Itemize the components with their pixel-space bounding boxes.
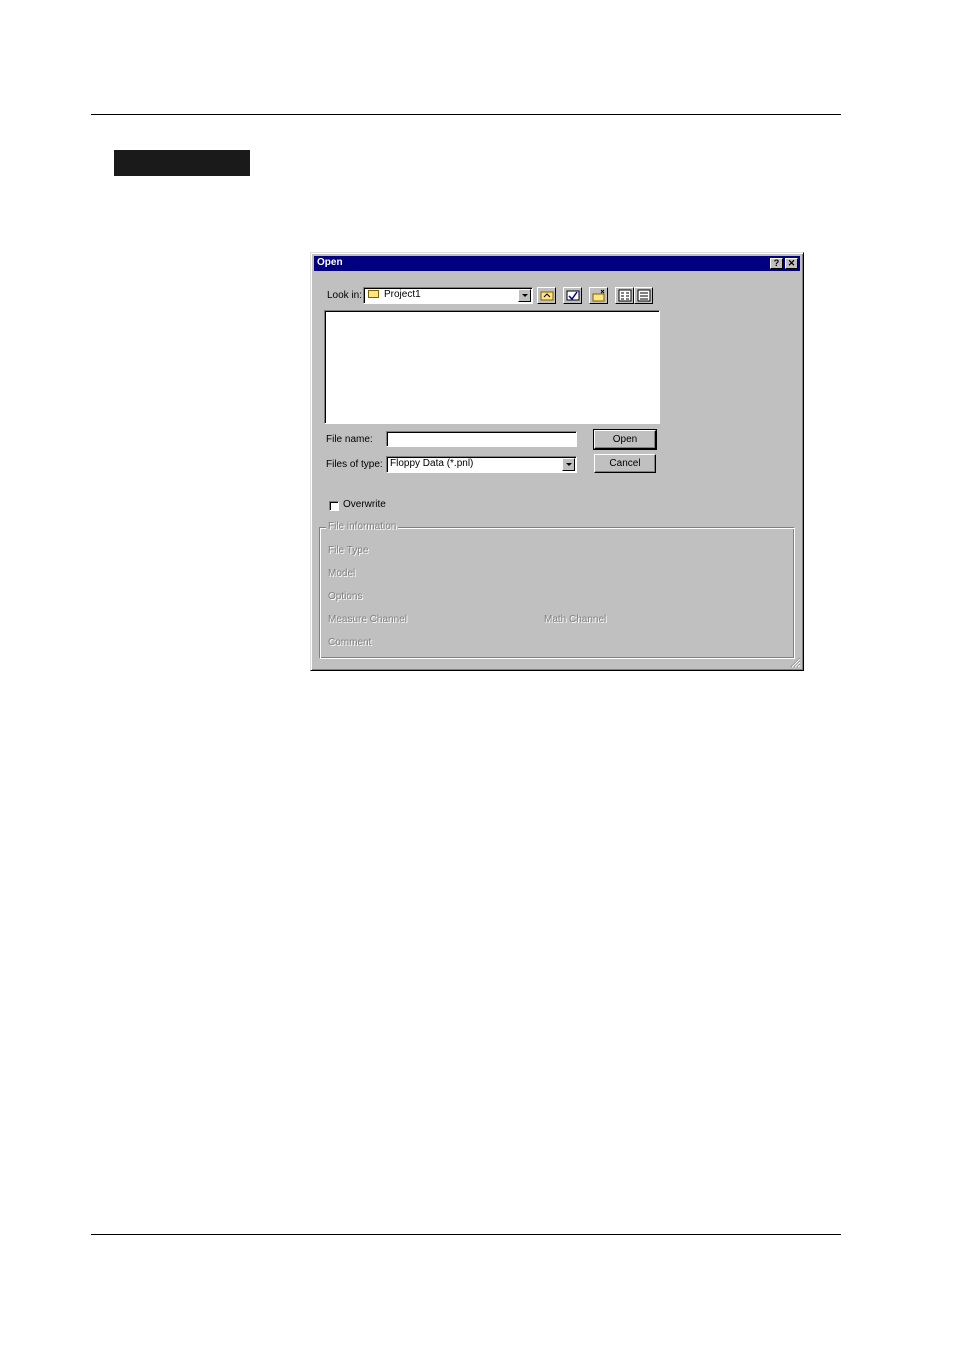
model-label: Model [328, 568, 356, 579]
file-information-group: File information File Type Model Options… [319, 521, 795, 659]
cancel-button[interactable]: Cancel [594, 454, 656, 473]
open-dialog: Open ? ✕ Look in: Project1 File name: Fi… [310, 252, 804, 671]
file-list[interactable] [324, 310, 660, 424]
resize-grip-icon[interactable] [790, 657, 801, 668]
files-of-type-combo[interactable]: Floppy Data (*.pnl) [386, 456, 577, 473]
files-of-type-label: Files of type: [326, 459, 383, 470]
section-tab [114, 150, 250, 176]
list-view-icon [618, 289, 632, 302]
up-one-level-button[interactable] [537, 287, 556, 304]
measure-channel-label: Measure Channel [328, 614, 407, 625]
desktop-button[interactable] [563, 287, 582, 304]
new-folder-button[interactable] [589, 287, 608, 304]
chevron-down-icon[interactable] [562, 458, 575, 471]
close-button[interactable]: ✕ [785, 258, 798, 269]
file-name-input[interactable] [386, 431, 577, 447]
look-in-label: Look in: [327, 290, 363, 301]
folder-icon [368, 290, 379, 298]
file-information-legend: File information [326, 521, 399, 532]
details-view-button[interactable] [634, 287, 653, 304]
help-button[interactable]: ? [770, 258, 783, 269]
comment-label: Comment [328, 637, 372, 648]
list-view-button[interactable] [615, 287, 634, 304]
desktop-icon [566, 290, 580, 301]
files-of-type-value: Floppy Data (*.pnl) [390, 458, 474, 469]
overwrite-checkbox[interactable] [329, 501, 339, 511]
overwrite-label: Overwrite [343, 499, 386, 510]
math-channel-label: Math Channel [544, 614, 607, 625]
details-view-icon [637, 289, 651, 302]
new-folder-icon [592, 289, 605, 302]
footer-rule [91, 1234, 841, 1235]
header-rule [91, 114, 841, 115]
dialog-title: Open [317, 257, 343, 268]
look-in-combo[interactable]: Project1 [363, 287, 533, 304]
options-label: Options [328, 591, 363, 602]
look-in-value: Project1 [384, 289, 421, 300]
file-type-label: File Type [328, 545, 369, 556]
open-button[interactable]: Open [593, 429, 657, 450]
title-bar: Open ? ✕ [314, 256, 800, 271]
up-one-level-icon [540, 291, 554, 301]
file-name-label: File name: [326, 434, 373, 445]
chevron-down-icon[interactable] [518, 289, 531, 302]
